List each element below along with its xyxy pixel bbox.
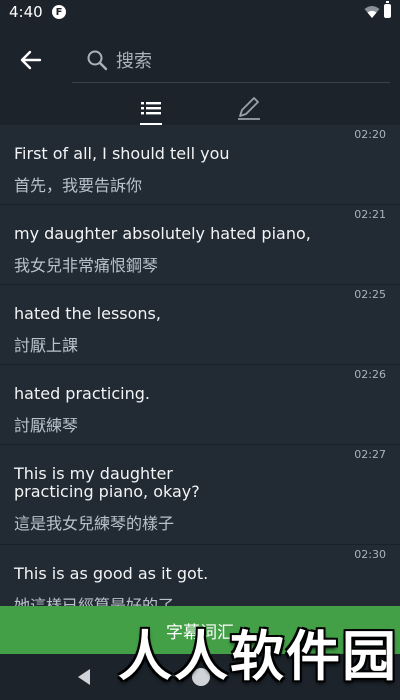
- wifi-icon: [364, 6, 380, 18]
- status-time: 4:40: [9, 3, 43, 21]
- subtitle-list: 02:20 First of all, I should tell you 首先…: [0, 125, 400, 606]
- back-arrow-icon[interactable]: [16, 46, 48, 74]
- chinese-line: 討厭練琴: [14, 416, 79, 435]
- chinese-line: 討厭上課: [14, 336, 79, 355]
- english-line: my daughter absolutely hated piano,: [14, 224, 311, 243]
- app-notification-icon: F: [52, 5, 66, 19]
- nav-back-icon[interactable]: [76, 668, 92, 686]
- list-item[interactable]: 02:20 First of all, I should tell you 首先…: [0, 125, 400, 205]
- search-icon: [87, 50, 108, 71]
- english-line: hated practicing.: [14, 384, 150, 403]
- chinese-line: 她這樣已經算是好的了: [14, 596, 175, 606]
- english-line: This is as good as it got.: [14, 564, 209, 583]
- english-line: This is my daughter practicing piano, ok…: [14, 464, 200, 501]
- tab-subtitle-list[interactable]: [121, 94, 181, 126]
- list-item[interactable]: 02:30 This is as good as it got. 她這樣已經算是…: [0, 545, 400, 606]
- timestamp: 02:26: [354, 368, 386, 381]
- timestamp: 02:30: [354, 548, 386, 561]
- pencil-icon: [238, 97, 260, 120]
- battery-icon: [384, 1, 391, 18]
- timestamp: 02:25: [354, 288, 386, 301]
- chinese-line: 首先，我要告訴你: [14, 176, 143, 195]
- search-bar: [72, 38, 390, 83]
- tab-edit[interactable]: [219, 94, 279, 126]
- timestamp: 02:21: [354, 208, 386, 221]
- list-item[interactable]: 02:26 hated practicing. 討厭練琴: [0, 365, 400, 445]
- chinese-line: 這是我女兒練琴的樣子: [14, 514, 175, 533]
- timestamp: 02:27: [354, 448, 386, 461]
- timestamp: 02:20: [354, 128, 386, 141]
- list-item[interactable]: 02:21 my daughter absolutely hated piano…: [0, 205, 400, 285]
- chinese-line: 我女兒非常痛恨鋼琴: [14, 256, 159, 275]
- english-line: First of all, I should tell you: [14, 144, 230, 163]
- status-bar: 4:40 F: [0, 0, 400, 24]
- watermark-text: 人人软件园: [118, 625, 398, 688]
- toolbar: [0, 24, 400, 125]
- list-item[interactable]: 02:25 hated the lessons, 討厭上課: [0, 285, 400, 365]
- list-item[interactable]: 02:27 This is my daughter practicing pia…: [0, 445, 400, 545]
- english-line: hated the lessons,: [14, 304, 161, 323]
- search-input[interactable]: [114, 44, 378, 78]
- list-icon: [141, 102, 161, 115]
